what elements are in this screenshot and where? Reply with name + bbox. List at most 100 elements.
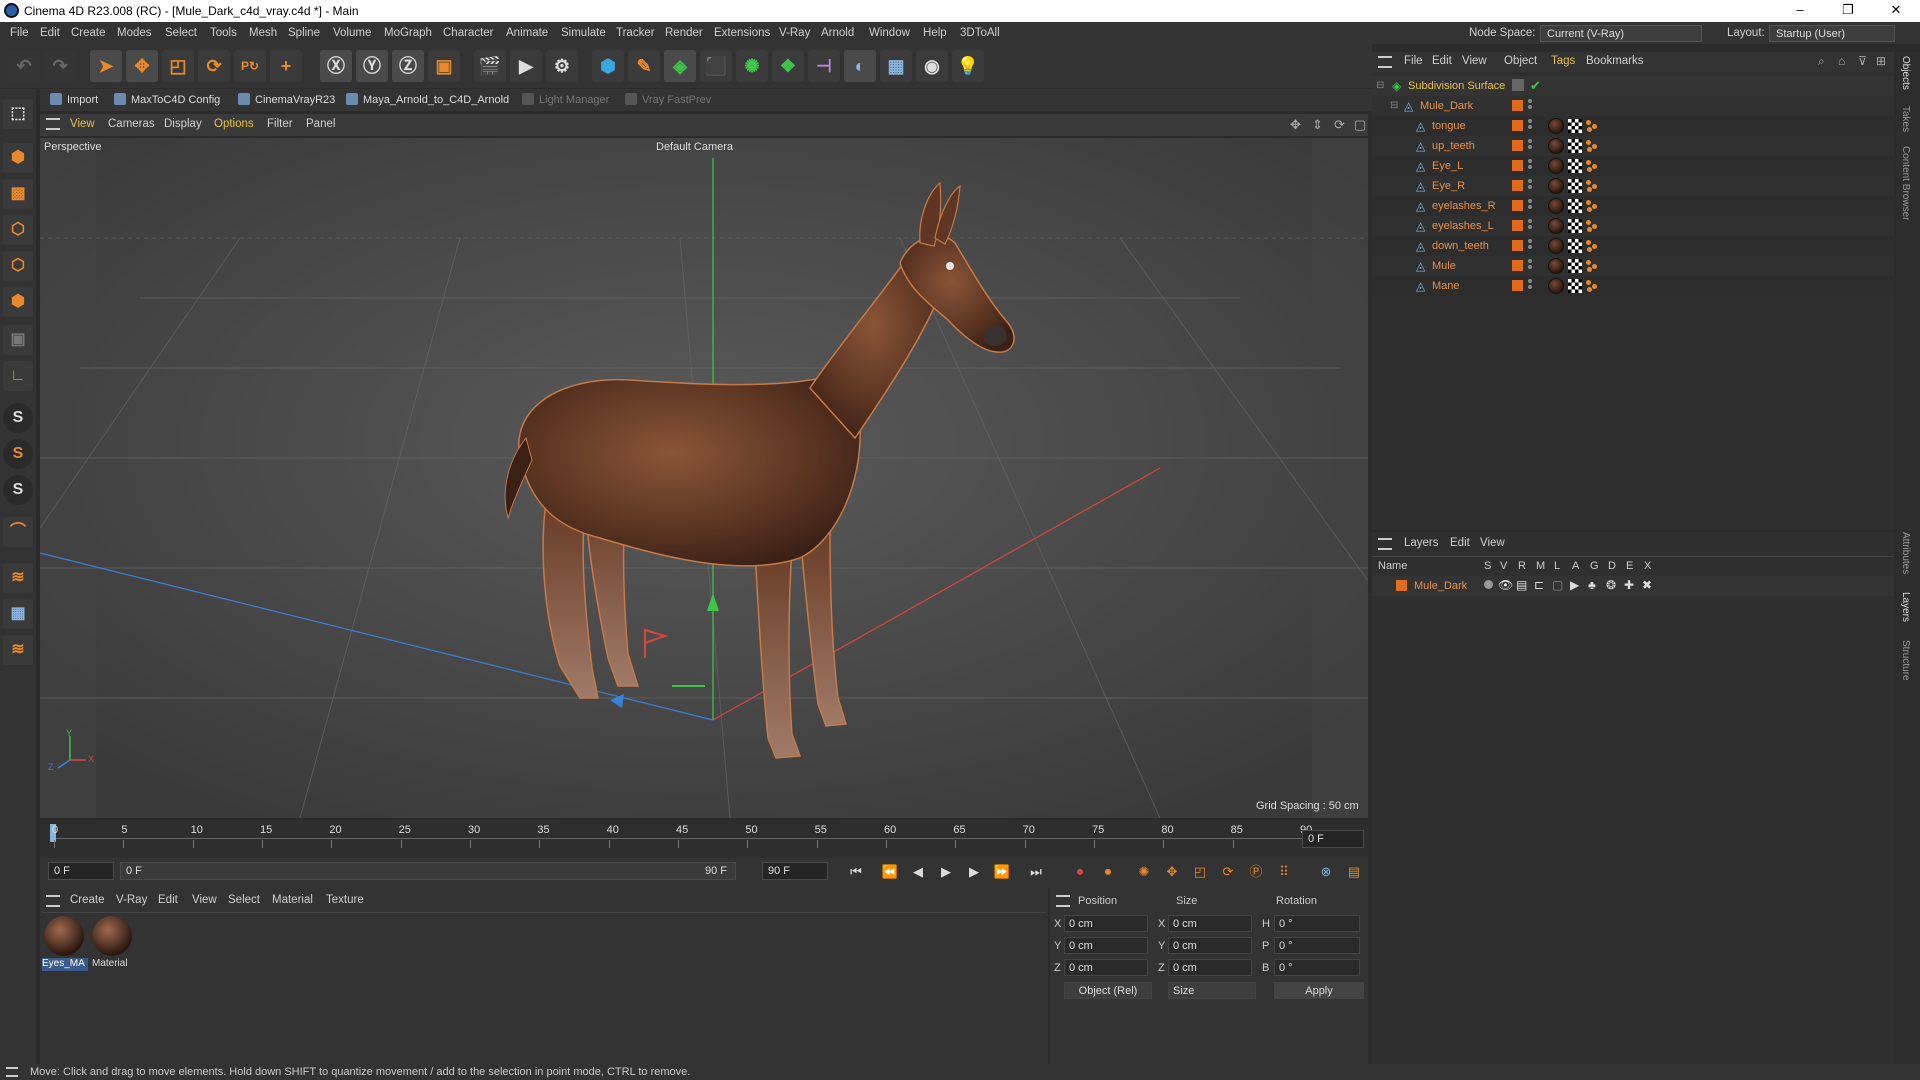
vray-tag-icon[interactable] <box>1586 220 1598 232</box>
material-tag-icon[interactable] <box>1548 138 1564 154</box>
solo-toggle-icon[interactable] <box>1484 580 1493 589</box>
coordinate-mode-select[interactable]: Object (Rel) <box>1064 982 1152 999</box>
mule-dark-name[interactable]: Mule_Dark <box>1420 100 1473 112</box>
layer-hamburger-icon[interactable] <box>1378 538 1392 550</box>
previous-frame-button[interactable]: ◀ <box>906 860 930 884</box>
viewport-camera-name[interactable]: Default Camera <box>656 141 733 153</box>
field-button[interactable]: ⊣ <box>808 50 840 82</box>
vray-tag-icon[interactable] <box>1586 180 1598 192</box>
move-tool-button[interactable]: ✥ <box>126 50 158 82</box>
rotate-tool-button[interactable]: ⟳ <box>198 50 230 82</box>
deformer-toggle-icon[interactable]: ❂ <box>1606 578 1616 592</box>
tree-row-object[interactable]: ◬ Eye_R <box>1372 176 1894 196</box>
visibility-dots[interactable] <box>1528 259 1532 273</box>
autokey-button[interactable]: ⏺ <box>1096 860 1120 884</box>
rot-p-field[interactable]: 0 ° <box>1274 937 1360 954</box>
render-picture-viewer-button[interactable]: ▶ <box>510 50 542 82</box>
max-frame-field[interactable]: 90 F <box>762 862 828 880</box>
layer-name[interactable]: Mule_Dark <box>1414 580 1467 592</box>
layout-select[interactable]: Startup (User) <box>1769 25 1895 42</box>
generator-icon[interactable]: ♣ <box>1588 578 1596 592</box>
psr-tool-button[interactable]: P↻ <box>234 50 266 82</box>
material-swatch-eyes[interactable]: Eyes_MA <box>42 914 88 972</box>
axis-mode-button[interactable]: ∟ <box>3 361 33 391</box>
previous-key-button[interactable]: ⏪ <box>878 860 902 884</box>
vray-tag-icon[interactable] <box>1586 160 1598 172</box>
vp-menu-display[interactable]: Display <box>164 118 202 130</box>
status-hamburger-icon[interactable] <box>6 1067 18 1077</box>
visibility-dots[interactable] <box>1528 139 1532 153</box>
object-name[interactable]: Mule <box>1432 260 1456 272</box>
viewport-pan-icon[interactable]: ✥ <box>1290 117 1301 133</box>
key-scale-button[interactable]: ◰ <box>1188 860 1212 884</box>
record-button[interactable]: ⏺ <box>1068 860 1092 884</box>
new-window-icon[interactable]: ⊞ <box>1876 54 1886 68</box>
model-mode-button[interactable]: ⬢ <box>3 143 33 173</box>
visibility-dots[interactable] <box>1528 199 1532 213</box>
layer-row-mule-dark[interactable]: Mule_Dark 👁 ▤ ⊏ ▢ ▶ ♣ ❂ ✚ ✖ <box>1372 576 1894 596</box>
tree-row-object[interactable]: ◬ tongue <box>1372 116 1894 136</box>
visibility-dots[interactable] <box>1528 119 1532 133</box>
visibility-dots[interactable] <box>1528 159 1532 173</box>
keyframe-selection-button[interactable]: ✺ <box>1132 860 1156 884</box>
material-tag-icon[interactable] <box>1548 178 1564 194</box>
obj-menu-edit[interactable]: Edit <box>1432 55 1452 67</box>
tree-row-object[interactable]: ◬ Mule <box>1372 256 1894 276</box>
key-pla-button[interactable]: ⠿ <box>1272 860 1296 884</box>
tab-attributes[interactable]: Attributes <box>1900 532 1911 574</box>
play-button[interactable]: ▶ <box>934 860 958 884</box>
frame-range-slider[interactable]: 0 F 90 F <box>120 862 736 880</box>
go-to-start-button[interactable]: ⏮ <box>844 860 868 884</box>
x-axis-lock-button[interactable]: Ⓧ <box>320 50 352 82</box>
uvw-tag-icon[interactable] <box>1568 199 1582 213</box>
size-z-field[interactable]: 0 cm <box>1168 959 1252 976</box>
rot-h-field[interactable]: 0 ° <box>1274 915 1360 932</box>
obj-menu-object[interactable]: Object <box>1504 55 1537 67</box>
visibility-dots[interactable] <box>1528 279 1532 293</box>
tweak-mode-button[interactable]: ⌒ <box>3 517 33 547</box>
object-name[interactable]: Eye_R <box>1432 180 1465 192</box>
render-clapper-icon[interactable]: ▤ <box>1516 578 1527 592</box>
uv-mode-button[interactable]: ▣ <box>3 325 33 355</box>
edge-mode-button[interactable]: ⬡ <box>3 251 33 281</box>
tree-row-object[interactable]: ◬ eyelashes_L <box>1372 216 1894 236</box>
end-frame-field[interactable]: 0 F <box>1302 830 1364 848</box>
menu-window[interactable]: Window <box>869 27 910 39</box>
menu-3dtoall[interactable]: 3DToAll <box>960 27 1000 39</box>
rot-b-field[interactable]: 0 ° <box>1274 959 1360 976</box>
extrude-button[interactable]: ⬛ <box>700 50 732 82</box>
tab-layers[interactable]: Layers <box>1900 592 1911 622</box>
layer-swatch[interactable] <box>1512 100 1523 111</box>
home-icon[interactable]: ⌂ <box>1838 54 1845 68</box>
point-mode-button[interactable]: ⬡ <box>3 215 33 245</box>
menu-modes[interactable]: Modes <box>117 27 152 39</box>
menu-character[interactable]: Character <box>443 27 494 39</box>
object-name[interactable]: tongue <box>1432 120 1466 132</box>
close-button[interactable]: ✕ <box>1876 2 1916 20</box>
object-hamburger-icon[interactable] <box>1378 56 1392 68</box>
vp-menu-panel[interactable]: Panel <box>306 118 335 130</box>
menu-file[interactable]: File <box>10 27 29 39</box>
mat-menu-select[interactable]: Select <box>228 894 260 906</box>
menu-arnold[interactable]: Arnold <box>821 27 854 39</box>
import-plugin-button[interactable]: Import <box>50 93 98 106</box>
next-key-button[interactable]: ⏩ <box>990 860 1014 884</box>
vray-tag-icon[interactable] <box>1586 140 1598 152</box>
manager-icon[interactable]: ⊏ <box>1534 578 1544 592</box>
layer-swatch[interactable] <box>1512 260 1523 271</box>
snap-button[interactable]: S <box>3 403 33 433</box>
timeline-settings-button[interactable]: ⊗ <box>1314 860 1338 884</box>
pos-z-field[interactable]: 0 cm <box>1064 959 1148 976</box>
mat-menu-view[interactable]: View <box>192 894 217 906</box>
pen-spline-button[interactable]: ✎ <box>628 50 660 82</box>
material-swatch-material[interactable]: Material <box>90 914 136 972</box>
size-x-field[interactable]: 0 cm <box>1168 915 1252 932</box>
maya-arnold-plugin-button[interactable]: Maya_Arnold_to_C4D_Arnold <box>346 93 509 106</box>
current-frame-field[interactable]: 0 F <box>48 862 114 880</box>
menu-render[interactable]: Render <box>665 27 703 39</box>
object-name[interactable]: eyelashes_R <box>1432 200 1496 212</box>
layer-swatch[interactable] <box>1512 140 1523 151</box>
menu-volume[interactable]: Volume <box>333 27 371 39</box>
light-manager-plugin-button[interactable]: Light Manager <box>522 93 609 106</box>
timeline-ruler[interactable]: 051015202530354045505560657075808590 0 F <box>40 820 1368 858</box>
